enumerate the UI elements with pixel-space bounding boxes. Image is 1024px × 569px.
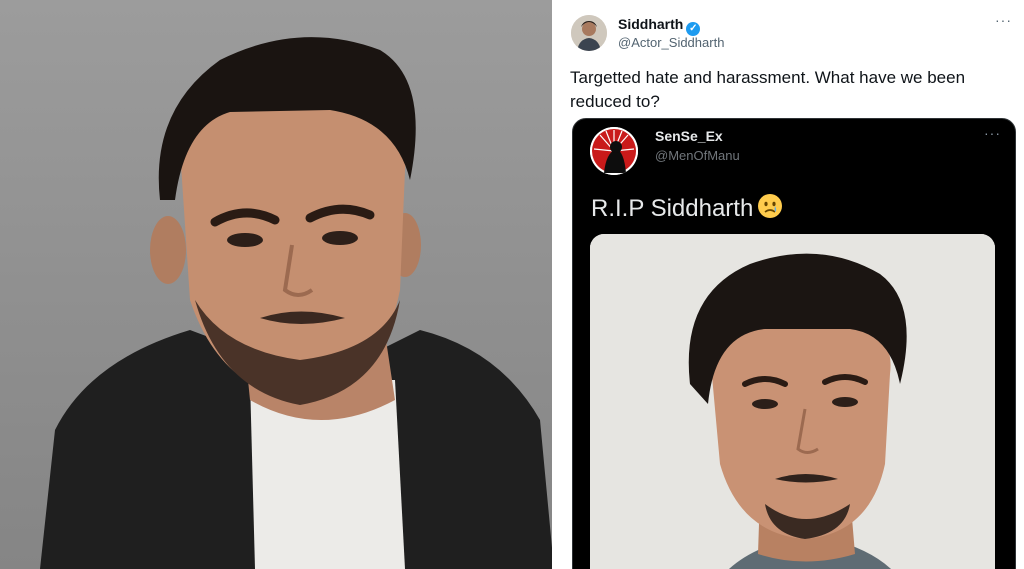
author-name[interactable]: Siddharth ✓ — [618, 16, 701, 36]
quoted-author-avatar[interactable] — [590, 127, 638, 175]
tweet-text: Targetted hate and harassment. What have… — [570, 68, 966, 111]
author-handle[interactable]: @Actor_Siddharth — [618, 35, 724, 50]
more-options-icon[interactable]: ··· — [995, 12, 1012, 28]
quoted-tweet-text-row: R.I.P Siddharth — [591, 193, 783, 223]
quoted-author-name[interactable]: SenSe_Ex — [655, 128, 723, 144]
quoted-tweet-photo[interactable] — [590, 234, 995, 569]
crying-face-emoji-icon — [757, 193, 783, 219]
author-avatar[interactable] — [571, 15, 607, 51]
author-name-text: Siddharth — [618, 16, 684, 32]
quoted-portrait-illustration — [590, 234, 995, 569]
tweet-card: Siddharth ✓ @Actor_Siddharth ··· Targette… — [554, 0, 1024, 569]
portrait-illustration — [40, 37, 554, 569]
quoted-tweet[interactable]: SenSe_Ex @MenOfManu ··· R.I.P Siddharth — [572, 118, 1016, 569]
left-portrait-photo — [0, 0, 554, 569]
quoted-more-options-icon[interactable]: ··· — [984, 125, 1001, 141]
verified-badge-icon: ✓ — [686, 22, 701, 36]
quoted-author-handle[interactable]: @MenOfManu — [655, 148, 740, 163]
quoted-avatar-image — [590, 127, 638, 175]
avatar-image — [571, 15, 607, 51]
quoted-tweet-text: R.I.P Siddharth — [591, 195, 754, 222]
